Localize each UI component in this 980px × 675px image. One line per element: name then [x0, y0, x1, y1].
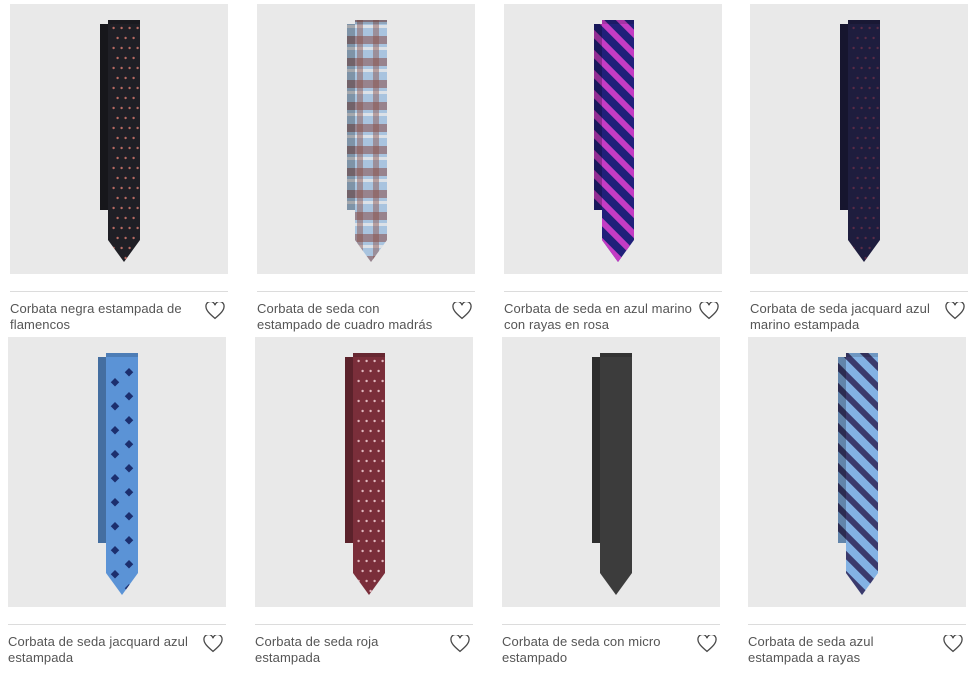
divider	[257, 291, 475, 292]
tie-front-blade	[600, 353, 632, 595]
heart-icon[interactable]	[696, 634, 718, 654]
product-title[interactable]: Corbata negra estampada de flamencos	[10, 301, 198, 333]
product-image[interactable]	[257, 4, 475, 274]
product-title[interactable]: Corbata de seda roja estampada	[255, 634, 443, 666]
divider	[750, 291, 968, 292]
product-title[interactable]: Corbata de seda en azul marino con rayas…	[504, 301, 692, 333]
tie-front-blade	[108, 20, 140, 262]
product-image[interactable]	[8, 337, 226, 607]
heart-icon[interactable]	[202, 634, 224, 654]
product-image[interactable]	[504, 4, 722, 274]
tie-front-blade	[106, 353, 138, 595]
tie-front-blade	[848, 20, 880, 262]
product-title[interactable]: Corbata de seda con estampado de cuadro …	[257, 301, 445, 333]
divider	[255, 624, 473, 625]
heart-icon[interactable]	[449, 634, 471, 654]
heart-icon[interactable]	[451, 301, 473, 321]
heart-icon[interactable]	[698, 301, 720, 321]
product-title[interactable]: Corbata de seda jacquard azul estampada	[8, 634, 196, 666]
divider	[10, 291, 228, 292]
heart-icon[interactable]	[204, 301, 226, 321]
product-image[interactable]	[255, 337, 473, 607]
tie-front-blade	[353, 353, 385, 595]
product-image[interactable]	[748, 337, 966, 607]
divider	[504, 291, 722, 292]
heart-icon[interactable]	[942, 634, 964, 654]
divider	[8, 624, 226, 625]
product-title[interactable]: Corbata de seda azul estampada a rayas	[748, 634, 936, 666]
product-title[interactable]: Corbata de seda jacquard azul marino est…	[750, 301, 938, 333]
product-image[interactable]	[10, 4, 228, 274]
divider	[748, 624, 966, 625]
product-image[interactable]	[750, 4, 968, 274]
divider	[502, 624, 720, 625]
heart-icon[interactable]	[944, 301, 966, 321]
product-image[interactable]	[502, 337, 720, 607]
product-title[interactable]: Corbata de seda con micro estampado	[502, 634, 690, 666]
